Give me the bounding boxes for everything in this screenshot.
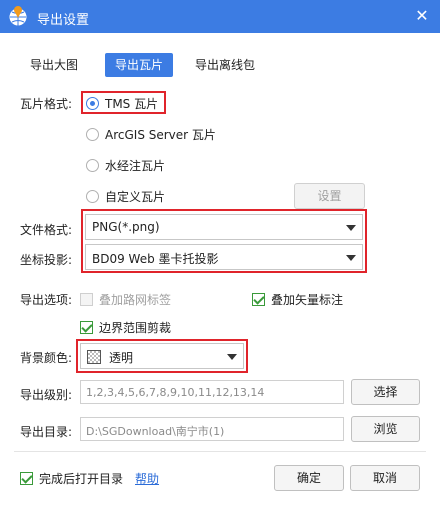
tile-format-label: 瓦片格式: — [20, 97, 73, 111]
export-options-label: 导出选项: — [20, 293, 73, 307]
checkbox-indicator — [80, 292, 93, 306]
radio-label: TMS 瓦片 — [105, 96, 159, 111]
checkbox-indicator — [252, 292, 265, 306]
browse-button[interactable]: 浏览 — [351, 416, 420, 442]
checkbox-label: 叠加矢量标注 — [271, 292, 344, 307]
projection-label: 坐标投影: — [20, 253, 73, 267]
tab-export-offline-package[interactable]: 导出离线包 — [185, 53, 265, 77]
radio-label: 水经注瓦片 — [105, 158, 166, 173]
background-color-value: 透明 — [109, 351, 134, 365]
radio-tms-tiles[interactable]: TMS 瓦片 — [86, 93, 158, 113]
open-after-finish-checkbox[interactable]: 完成后打开目录 帮助 — [20, 469, 159, 487]
road-labels-checkbox[interactable]: 叠加路网标签 — [80, 290, 171, 308]
tab-export-tiles[interactable]: 导出瓦片 — [105, 53, 174, 77]
title-bar: 导出设置 ✕ — [0, 0, 440, 33]
clip-boundary-checkbox[interactable]: 边界范围剪裁 — [80, 318, 171, 336]
cancel-button[interactable]: 取消 — [350, 465, 420, 491]
export-levels-value: 1,2,3,4,5,6,7,8,9,10,11,12,13,14 — [86, 386, 265, 399]
background-color-label: 背景颜色: — [20, 351, 73, 365]
radio-indicator — [86, 127, 99, 141]
export-directory-field[interactable]: D:\SGDownload\南宁市(1) — [80, 417, 344, 441]
projection-select[interactable]: BD09 Web 墨卡托投影 — [85, 244, 363, 270]
close-icon[interactable]: ✕ — [410, 3, 434, 29]
checkbox-label: 边界范围剪裁 — [99, 320, 172, 335]
caret-down-icon — [227, 354, 237, 360]
radio-indicator — [86, 96, 99, 110]
settings-button[interactable]: 设置 — [294, 183, 365, 209]
select-levels-button[interactable]: 选择 — [351, 379, 420, 405]
file-format-value: PNG(*.png) — [92, 220, 160, 234]
window-title: 导出设置 — [37, 13, 90, 28]
projection-value: BD09 Web 墨卡托投影 — [92, 252, 219, 266]
checkbox-indicator — [80, 320, 93, 334]
file-format-label: 文件格式: — [20, 223, 73, 237]
radio-indicator — [86, 189, 99, 203]
radio-arcgis-tiles[interactable]: ArcGIS Server 瓦片 — [86, 124, 216, 144]
file-format-select[interactable]: PNG(*.png) — [85, 214, 363, 240]
radio-indicator — [86, 158, 99, 172]
transparent-swatch-icon — [87, 350, 101, 364]
checkbox-label: 完成后打开目录 — [39, 471, 124, 486]
export-directory-label: 导出目录: — [20, 425, 73, 439]
export-levels-label: 导出级别: — [20, 388, 73, 402]
vector-labels-checkbox[interactable]: 叠加矢量标注 — [252, 290, 343, 308]
caret-down-icon — [346, 225, 356, 231]
footer-divider — [14, 451, 426, 452]
radio-shuijingzhu-tiles[interactable]: 水经注瓦片 — [86, 155, 165, 175]
background-color-select[interactable]: 透明 — [80, 343, 244, 369]
ok-button[interactable]: 确定 — [274, 465, 344, 491]
caret-down-icon — [346, 255, 356, 261]
checkbox-indicator — [20, 471, 33, 485]
help-link[interactable]: 帮助 — [135, 470, 159, 487]
radio-label: ArcGIS Server 瓦片 — [105, 127, 216, 142]
radio-custom-tiles[interactable]: 自定义瓦片 — [86, 186, 165, 206]
checkbox-label: 叠加路网标签 — [99, 292, 172, 307]
radio-label: 自定义瓦片 — [105, 189, 166, 204]
export-levels-field[interactable]: 1,2,3,4,5,6,7,8,9,10,11,12,13,14 — [80, 380, 344, 404]
globe-logo-icon — [8, 6, 28, 27]
tab-export-image[interactable]: 导出大图 — [20, 53, 88, 77]
export-directory-value: D:\SGDownload\南宁市(1) — [86, 425, 225, 438]
